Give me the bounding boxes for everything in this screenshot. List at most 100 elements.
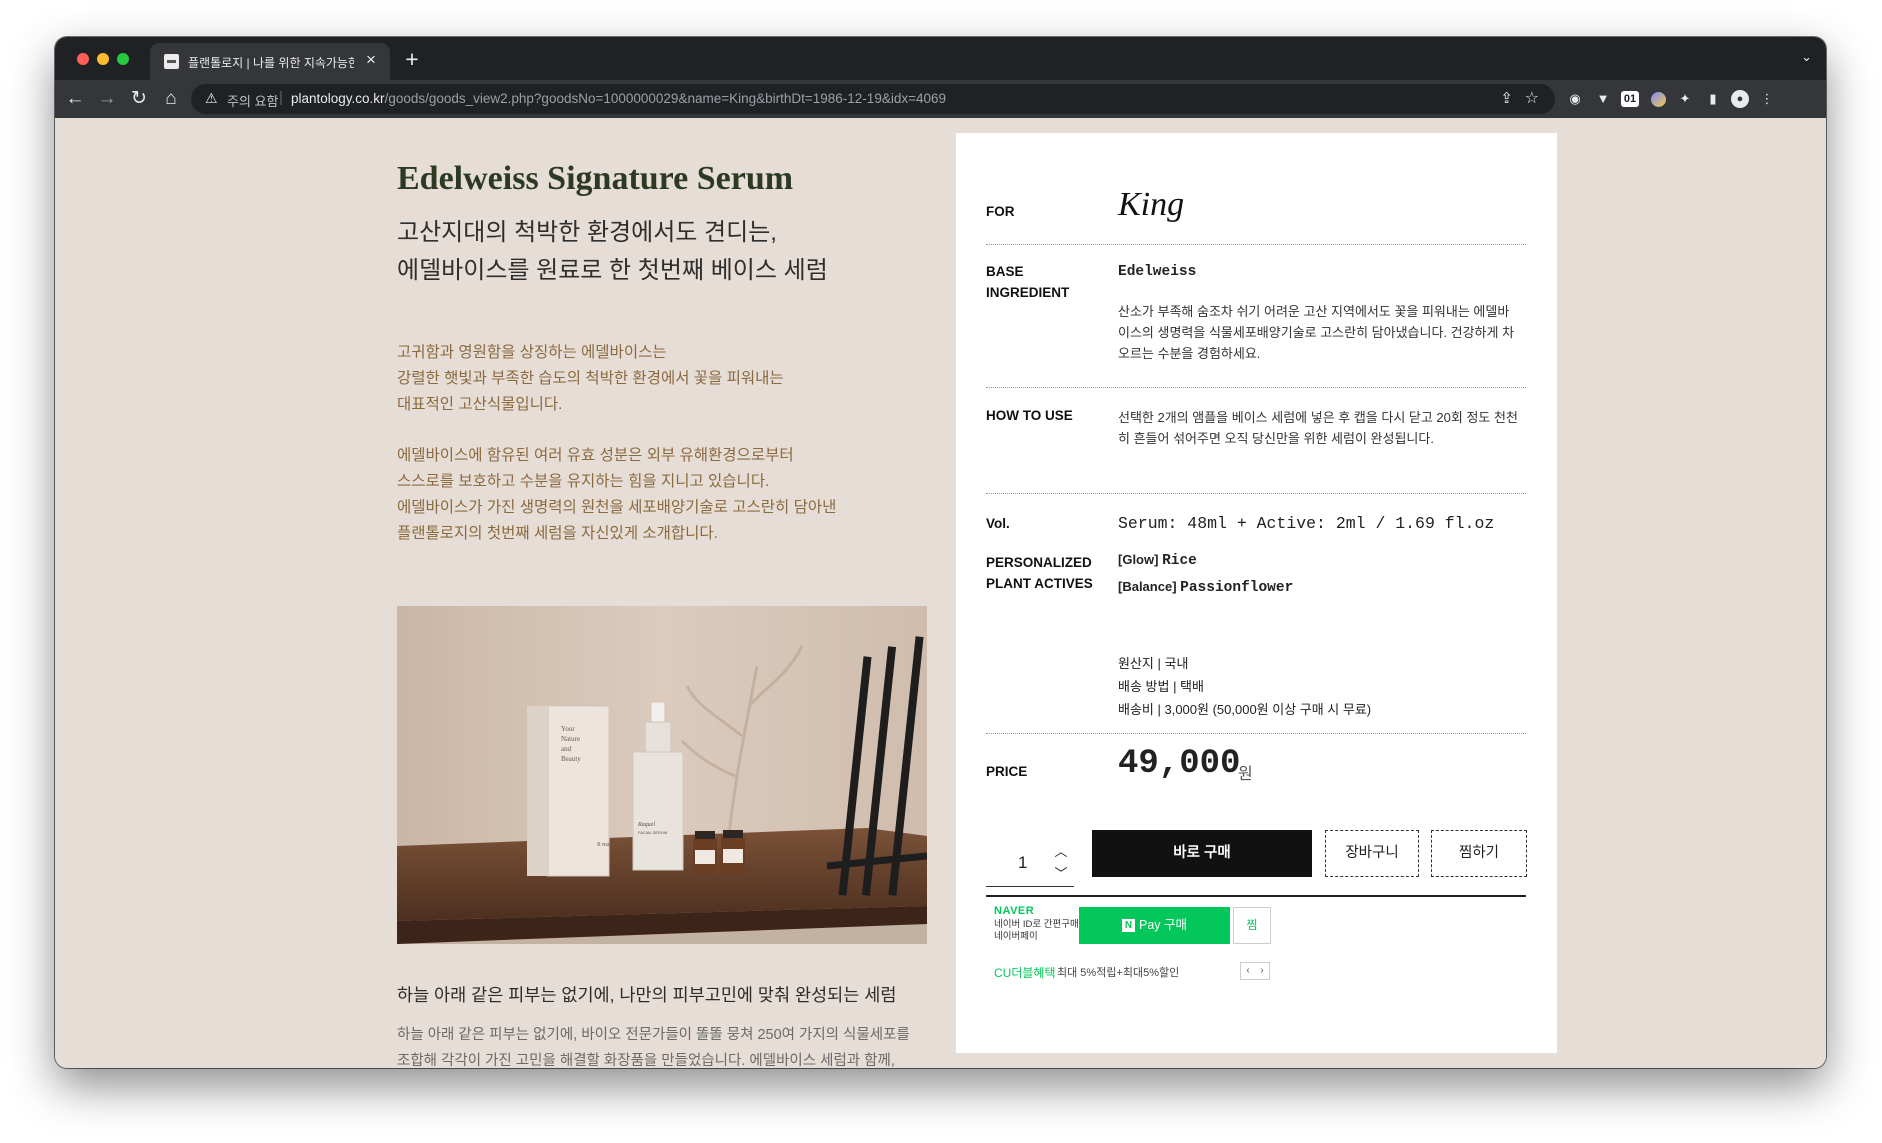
chevron-right-icon[interactable]: › xyxy=(1255,963,1269,979)
active-tag: [Glow] xyxy=(1118,552,1159,567)
shipping-fee-info: 배송비 | 3,000원 (50,000원 이상 구매 시 무료) xyxy=(1118,702,1372,717)
url-separator: | xyxy=(279,89,283,106)
product-detail-panel: FOR King BASE INGREDIENT Edelweiss 산소가 부족… xyxy=(956,133,1557,1053)
reload-icon[interactable]: ↻ xyxy=(127,87,151,111)
active-name: Passionflower xyxy=(1180,580,1294,596)
cu-benefit-label: CU더블혜택 xyxy=(994,966,1056,980)
divider xyxy=(986,895,1526,897)
url-text[interactable]: plantology.co.kr/goods/goods_view2.php?g… xyxy=(291,91,946,106)
divider xyxy=(986,733,1526,734)
intro-paragraph-1: 고귀함과 영원함을 상징하는 에델바이스는 강렬한 햇빛과 부족한 습도의 척박… xyxy=(397,340,917,418)
product-title: Edelweiss Signature Serum xyxy=(397,160,794,197)
price-label: PRICE xyxy=(986,764,1028,779)
tab-close-icon[interactable]: × xyxy=(362,51,380,69)
divider xyxy=(986,244,1526,245)
section-heading: 하늘 아래 같은 피부는 없기에, 나만의 피부고민에 맞춰 완성되는 세럼 xyxy=(397,985,897,1005)
quantity-stepper[interactable]: 1 ︿ ﹀ xyxy=(986,842,1074,887)
intro-line: 에델바이스가 가진 생명력의 원천을 세포배양기술로 고스란히 담아낸 xyxy=(397,499,837,516)
how-to-use-label: HOW TO USE xyxy=(986,408,1073,423)
volume-value: Serum: 48ml + Active: 2ml / 1.69 fl.oz xyxy=(1118,514,1495,533)
url-path: /goods/goods_view2.php?goodsNo=100000002… xyxy=(384,91,946,106)
extensions-puzzle-icon[interactable]: ✦ xyxy=(1675,89,1695,109)
side-panel-icon[interactable]: ▮ xyxy=(1703,89,1723,109)
shipping-method-info: 배송 방법 | 택배 xyxy=(1118,679,1204,694)
intro-line: 에델바이스에 함유된 여러 유효 성분은 외부 유해환경으로부터 xyxy=(397,447,794,464)
divider xyxy=(986,493,1526,494)
box-text: Nature xyxy=(561,735,580,743)
globe-extension-icon[interactable] xyxy=(1651,92,1666,107)
for-value: King xyxy=(1118,186,1185,223)
for-label: FOR xyxy=(986,204,1015,219)
naver-n-icon: N xyxy=(1121,919,1135,933)
cu-benefit-pager: ‹ › xyxy=(1240,962,1270,980)
tab-title: 플랜톨로지 | 나를 위한 지속가능한 화장품 xyxy=(188,56,354,70)
browser-toolbar: ← → ↻ ⌂ ⚠ 주의 요함 | plantology.co.kr/goods… xyxy=(55,80,1826,118)
base-ingredient-description: 산소가 부족해 숨조차 쉬기 어려운 고산 지역에서도 꽃을 피워내는 에델바이… xyxy=(1118,304,1515,361)
forward-arrow-icon[interactable]: → xyxy=(95,87,119,111)
base-ingredient-name: Edelweiss xyxy=(1118,264,1197,280)
how-to-use-description: 선택한 2개의 앰플을 베이스 세럼에 넣은 후 캡을 다시 닫고 20회 정도… xyxy=(1118,410,1518,446)
intro-line: 고귀함과 영원함을 상징하는 에델바이스는 xyxy=(397,344,667,361)
cu-benefit-text: 최대 5%적립+최대5%할인 xyxy=(1057,967,1180,979)
box-brand-text: It matters xyxy=(597,842,620,848)
divider xyxy=(986,387,1526,388)
tab-active[interactable]: 플랜톨로지 | 나를 위한 지속가능한 화장품 × xyxy=(150,43,390,80)
extension-01-icon[interactable]: 01 xyxy=(1621,91,1639,107)
plant-actives-label: PERSONALIZED PLANT ACTIVES xyxy=(986,552,1093,594)
browser-window: 플랜톨로지 | 나를 위한 지속가능한 화장품 × + ⌄ ← → ↻ ⌂ ⚠ … xyxy=(55,37,1826,1068)
section-body: 하늘 아래 같은 피부는 없기에, 바이오 전문가들이 똘똘 뭉쳐 250여 가… xyxy=(397,1022,917,1068)
page-content: Edelweiss Signature Serum 고산지대의 척박한 환경에서… xyxy=(55,118,1826,1068)
new-tab-button[interactable]: + xyxy=(399,46,425,72)
product-subtitle-line-1: 고산지대의 척박한 환경에서도 견디는, xyxy=(397,219,777,246)
intro-line: 스스로를 보호하고 수분을 유지하는 힘을 지니고 있습니다. xyxy=(397,473,770,490)
product-subtitle: 고산지대의 척박한 환경에서도 견디는, 에델바이스를 원료로 한 첫번째 베이… xyxy=(397,214,897,290)
chevron-up-icon[interactable]: ︿ xyxy=(1052,844,1070,860)
quantity-value[interactable]: 1 xyxy=(1018,853,1027,873)
naver-pay-label: Pay 구매 xyxy=(1138,918,1187,932)
active-item: [Glow] Rice xyxy=(1118,552,1197,569)
back-arrow-icon[interactable]: ← xyxy=(63,87,87,111)
chevron-down-icon[interactable]: ﹀ xyxy=(1052,866,1070,882)
base-label-line: BASE xyxy=(986,264,1024,279)
vue-devtools-extension-icon[interactable]: ▼ xyxy=(1593,89,1613,109)
actives-label-line: PERSONALIZED xyxy=(986,555,1092,570)
product-photo: Your Nature and Beauty It matters Raquel… xyxy=(397,606,927,944)
camera-extension-icon[interactable]: ◉ xyxy=(1565,89,1585,109)
wishlist-button[interactable]: 찜하기 xyxy=(1431,830,1527,877)
buy-now-button[interactable]: 바로 구매 xyxy=(1092,830,1312,877)
tab-search-chevron-icon[interactable]: ⌄ xyxy=(1801,49,1812,65)
address-bar[interactable]: ⚠ 주의 요함 | plantology.co.kr/goods/goods_v… xyxy=(191,84,1555,114)
naver-logo: NAVER xyxy=(994,905,1035,917)
actives-label-line: PLANT ACTIVES xyxy=(986,576,1093,591)
naver-pay-button[interactable]: N Pay 구매 xyxy=(1079,907,1230,944)
chevron-left-icon[interactable]: ‹ xyxy=(1241,963,1255,979)
profile-avatar-icon[interactable]: ● xyxy=(1731,90,1749,108)
naver-wishlist-button[interactable]: 찜 xyxy=(1233,907,1271,944)
product-subtitle-line-2: 에델바이스를 원료로 한 첫번째 베이스 세럼 xyxy=(397,257,828,284)
maximize-window-button[interactable] xyxy=(117,53,129,65)
bottle-brand-text: Raquel xyxy=(637,822,655,828)
url-domain: plantology.co.kr xyxy=(291,91,385,106)
section-line: 하늘 아래 같은 피부는 없기에, 바이오 전문가들이 똘똘 뭉쳐 250여 가… xyxy=(397,1027,910,1043)
box-text: Your xyxy=(561,725,575,733)
home-icon[interactable]: ⌂ xyxy=(159,87,183,111)
price-value: 49,000 xyxy=(1118,745,1241,783)
close-window-button[interactable] xyxy=(77,53,89,65)
browser-menu-icon[interactable]: ⋮ xyxy=(1757,89,1777,109)
origin-info: 원산지 | 국내 xyxy=(1118,656,1189,671)
share-icon[interactable]: ⇪ xyxy=(1500,89,1513,107)
box-text: Beauty xyxy=(561,755,581,763)
minimize-window-button[interactable] xyxy=(97,53,109,65)
warning-triangle-icon[interactable]: ⚠ xyxy=(205,90,218,107)
base-ingredient-label: BASE INGREDIENT xyxy=(986,261,1069,303)
section-line: 조합해 각각이 가진 고민을 해결할 화장품을 만들었습니다. 에델바이스 세럼… xyxy=(397,1053,895,1068)
active-item: [Balance] Passionflower xyxy=(1118,579,1293,596)
bottle-type-text: FACIAL SERUM xyxy=(638,830,667,835)
bookmark-star-icon[interactable]: ☆ xyxy=(1525,88,1539,108)
active-tag: [Balance] xyxy=(1118,579,1177,594)
naver-note: 네이버 ID로 간편구매 네이버페이 xyxy=(994,919,1079,942)
security-warning-label[interactable]: 주의 요함 xyxy=(227,91,278,110)
tab-bar: 플랜톨로지 | 나를 위한 지속가능한 화장품 × + ⌄ xyxy=(55,37,1826,80)
base-label-line: INGREDIENT xyxy=(986,285,1070,300)
add-to-cart-button[interactable]: 장바구니 xyxy=(1325,830,1419,877)
